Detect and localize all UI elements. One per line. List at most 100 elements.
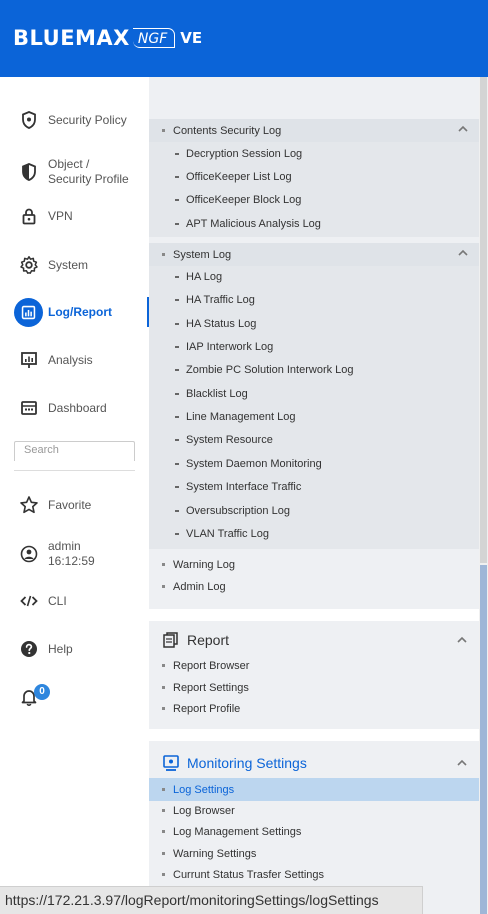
sidebar-item-label: System (48, 257, 89, 272)
scrollbar[interactable] (479, 77, 488, 914)
item-label: System Resource (186, 433, 273, 446)
menu-item-iap-interwork-log[interactable]: IAP Interwork Log (149, 335, 479, 358)
sidebar-item-cli[interactable]: CLI (0, 590, 149, 612)
item-label: Line Management Log (186, 410, 296, 423)
sidebar-item-notifications[interactable] (0, 686, 149, 708)
section-report-header[interactable]: Report (149, 628, 479, 652)
item-label: Log Settings (173, 783, 235, 796)
menu-item-decryption-session-log[interactable]: Decryption Session Log (149, 142, 479, 165)
menu-item-current-status-transfer-settings[interactable]: Currunt Status Trasfer Settings (149, 863, 479, 886)
scroll-thumb[interactable] (480, 565, 487, 914)
bullet (162, 873, 165, 876)
item-label: Zombie PC Solution Interwork Log (186, 363, 354, 376)
app-header: BLUEMAX NGF VE (0, 0, 488, 77)
dash (175, 299, 179, 301)
item-label: System Daemon Monitoring (186, 457, 322, 470)
menu-item-oversubscription-log[interactable]: Oversubscription Log (149, 499, 479, 522)
search-underline (14, 470, 135, 471)
bullet (162, 686, 165, 689)
lock-icon (19, 206, 39, 226)
item-label: Report Profile (173, 702, 241, 715)
group-contents-security-log[interactable]: Contents Security Log (149, 119, 479, 142)
brand-edition: VE (180, 29, 203, 47)
shield-half-icon (19, 162, 39, 182)
sidebar-item-system[interactable]: System (0, 254, 149, 276)
code-icon (19, 591, 39, 611)
menu-item-system-resource[interactable]: System Resource (149, 428, 479, 451)
sidebar-item-label: Analysis (48, 352, 93, 367)
menu-item-report-settings[interactable]: Report Settings (149, 676, 479, 699)
chevron-up-icon[interactable] (456, 634, 468, 646)
sidebar-item-label: Favorite (48, 497, 92, 512)
menu-item-log-settings[interactable]: Log Settings (149, 778, 479, 801)
star-icon (19, 495, 39, 515)
menu-item-system-interface-traffic[interactable]: System Interface Traffic (149, 475, 479, 498)
item-label: Report Settings (173, 681, 249, 694)
menu-item-log-management-settings[interactable]: Log Management Settings (149, 820, 479, 843)
bullet (162, 852, 165, 855)
sidebar-item-label: Security Policy (48, 112, 127, 127)
sidebar-item-dashboard[interactable]: Dashboard (0, 397, 149, 419)
menu-item-zombie-pc-log[interactable]: Zombie PC Solution Interwork Log (149, 358, 479, 381)
group-label: System Log (173, 248, 232, 261)
item-label: Admin Log (173, 580, 226, 593)
brand-name: BLUEMAX (13, 26, 130, 50)
dash (175, 369, 179, 371)
sidebar-item-security-policy[interactable]: Security Policy (0, 109, 149, 131)
menu-item-officekeeper-list-log[interactable]: OfficeKeeper List Log (149, 165, 479, 188)
chevron-up-icon[interactable] (457, 247, 469, 259)
menu-item-ha-log[interactable]: HA Log (149, 265, 479, 288)
sidebar-item-object-security-profile[interactable]: Object / Security Profile (0, 155, 149, 189)
menu-item-ha-status-log[interactable]: HA Status Log (149, 312, 479, 335)
brand-ngf-tag: NGF (132, 28, 176, 48)
menu-item-report-browser[interactable]: Report Browser (149, 654, 479, 677)
menu-item-warning-log[interactable]: Warning Log (149, 553, 479, 576)
bullet (162, 830, 165, 833)
menu-item-apt-malicious-analysis-log[interactable]: APT Malicious Analysis Log (149, 212, 479, 235)
dash (175, 510, 179, 512)
gear-icon (19, 255, 39, 275)
sidebar-item-log-report[interactable]: Log/Report (0, 297, 149, 327)
group-label: Contents Security Log (173, 124, 282, 137)
brand-logo[interactable]: BLUEMAX NGF VE (13, 26, 202, 50)
menu-item-blacklist-log[interactable]: Blacklist Log (149, 382, 479, 405)
chevron-up-icon[interactable] (456, 757, 468, 769)
admin-user: admin (48, 539, 81, 553)
dash (175, 223, 179, 225)
menu-item-officekeeper-block-log[interactable]: OfficeKeeper Block Log (149, 188, 479, 211)
sidebar-item-label: CLI (48, 593, 67, 608)
sidebar-item-favorite[interactable]: Favorite (0, 494, 149, 516)
sidebar-search-input[interactable]: Search (14, 441, 135, 461)
menu-item-line-management-log[interactable]: Line Management Log (149, 405, 479, 428)
menu-item-log-browser[interactable]: Log Browser (149, 799, 479, 822)
menu-item-vlan-traffic-log[interactable]: VLAN Traffic Log (149, 522, 479, 545)
sidebar-item-admin[interactable]: admin 16:12:59 (0, 537, 149, 571)
sidebar-item-help[interactable]: Help (0, 638, 149, 660)
section-divider (149, 609, 479, 621)
group-system-log[interactable]: System Log (149, 243, 479, 266)
item-label: Blacklist Log (186, 387, 248, 400)
item-label: Log Management Settings (173, 825, 302, 838)
analysis-icon (19, 350, 39, 370)
chevron-up-icon[interactable] (457, 123, 469, 135)
menu-item-report-profile[interactable]: Report Profile (149, 697, 479, 720)
item-label: Log Browser (173, 804, 235, 817)
item-label: Report Browser (173, 659, 250, 672)
menu-item-admin-log[interactable]: Admin Log (149, 575, 479, 598)
item-label: Decryption Session Log (186, 147, 303, 160)
item-label: Warning Log (173, 558, 235, 571)
menu-item-ha-traffic-log[interactable]: HA Traffic Log (149, 288, 479, 311)
menu-item-warning-settings[interactable]: Warning Settings (149, 842, 479, 865)
bullet (162, 664, 165, 667)
section-monitoring-header[interactable]: Monitoring Settings (149, 751, 479, 775)
sidebar-item-vpn[interactable]: VPN (0, 205, 149, 227)
item-label: OfficeKeeper Block Log (186, 193, 302, 206)
menu-item-system-daemon-monitoring[interactable]: System Daemon Monitoring (149, 452, 479, 475)
dashboard-icon (19, 398, 39, 418)
sidebar-item-label: Dashboard (48, 400, 107, 415)
section-title: Monitoring Settings (187, 755, 307, 771)
sidebar-item-analysis[interactable]: Analysis (0, 349, 149, 371)
item-label: IAP Interwork Log (186, 340, 274, 353)
chart-icon (14, 297, 43, 327)
bullet (162, 253, 165, 256)
